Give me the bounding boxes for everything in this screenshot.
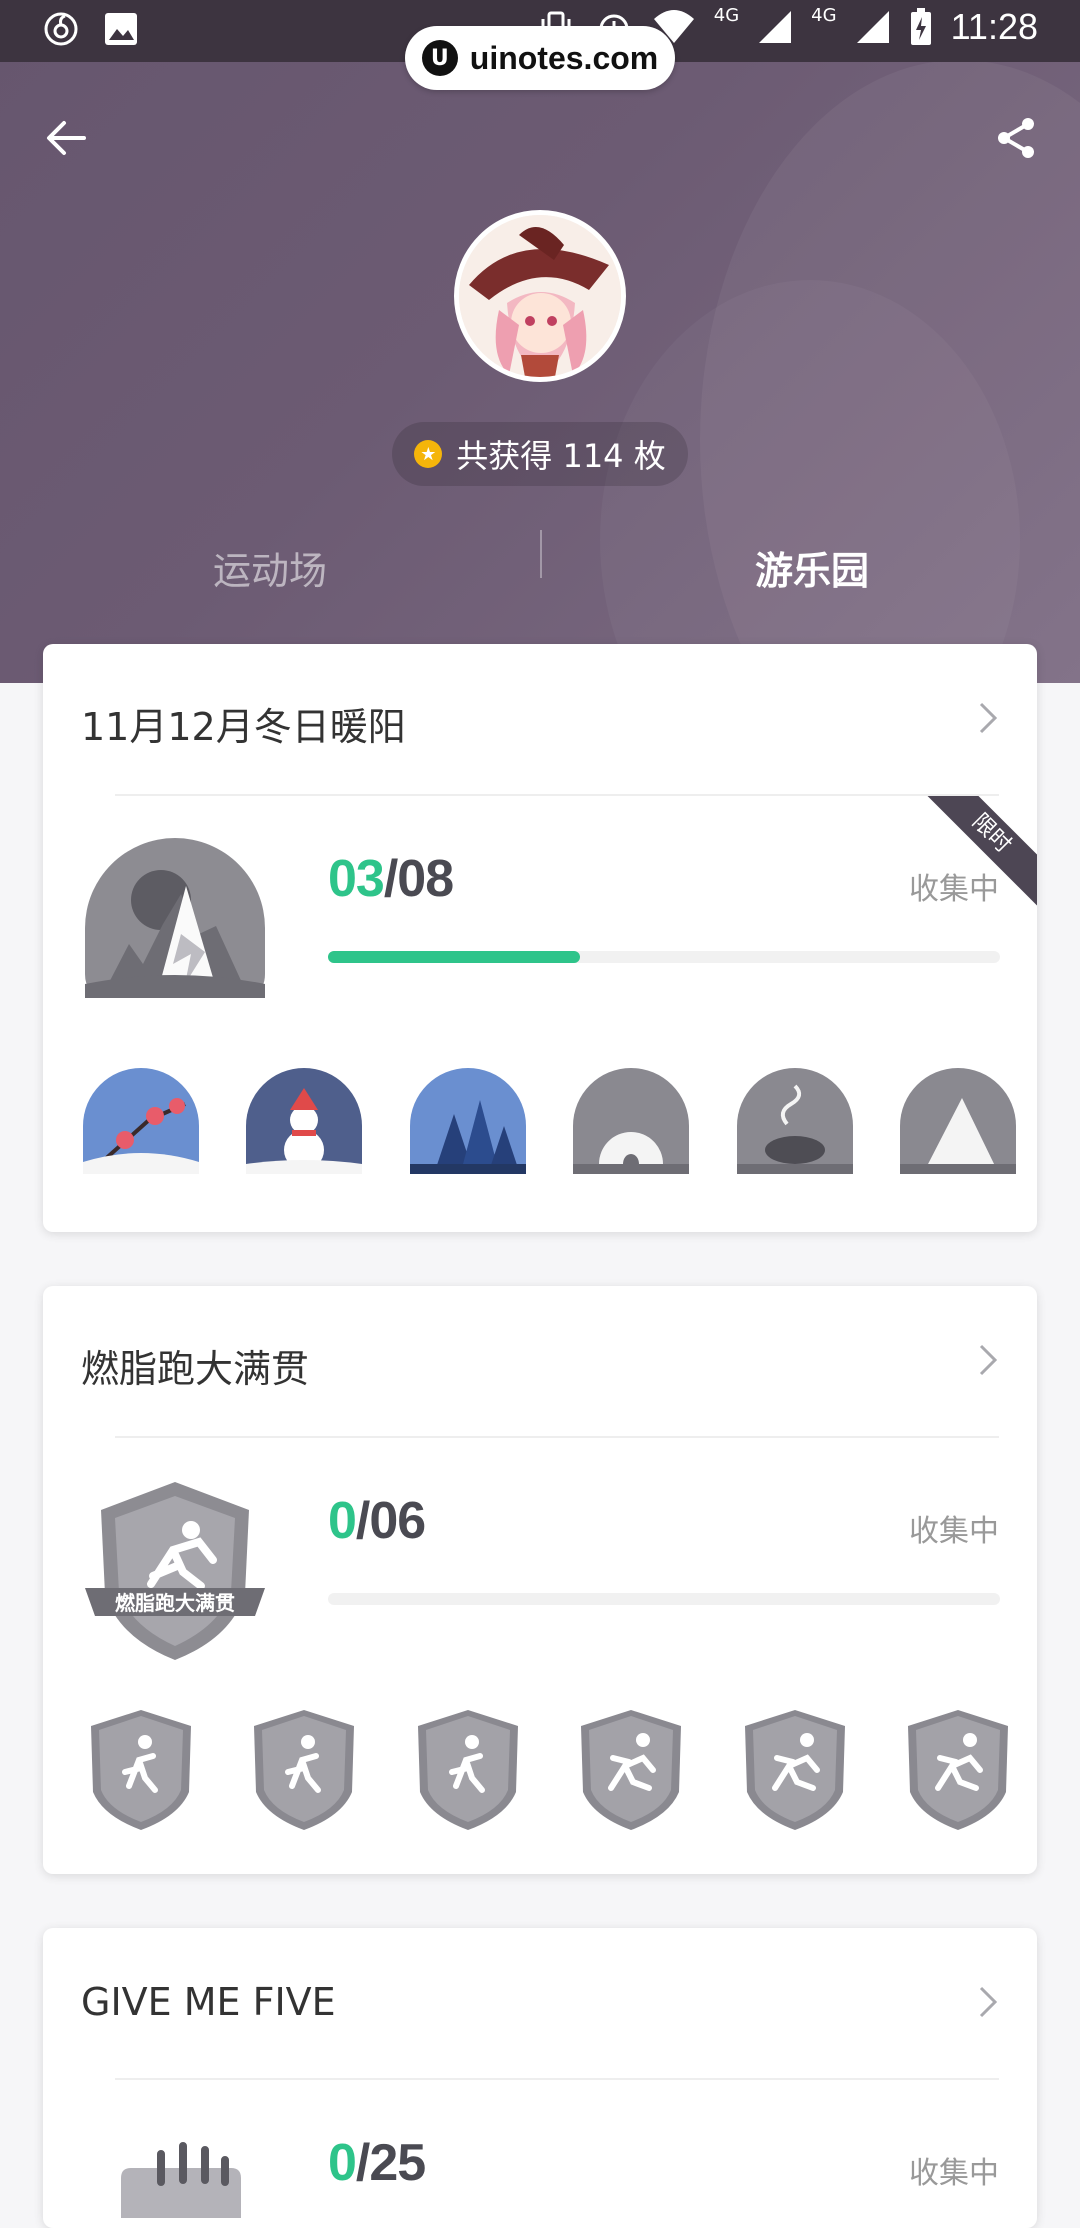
winter-mountain-badge[interactable]	[81, 834, 269, 1022]
badge-set-card[interactable]: 燃脂跑大满贯 燃脂跑大满贯 0/06 收集中	[43, 1286, 1037, 1874]
watermark-text: uinotes.com	[469, 39, 659, 76]
back-arrow-icon[interactable]	[40, 112, 92, 164]
card-title: 11月12月冬日暖阳	[81, 705, 406, 749]
medal-count-badge[interactable]: ★ 共获得 114 枚	[392, 422, 688, 486]
progress-counter: 0/25	[328, 2133, 426, 2193]
watermark-banner: U uinotes.com	[405, 26, 675, 90]
hiit-sprinter-badge[interactable]	[733, 1706, 857, 1830]
medal-count-text: 共获得 114 枚	[456, 437, 666, 475]
avatar-image	[459, 215, 621, 377]
progress-total: /25	[355, 2134, 426, 2192]
netease-music-icon	[44, 12, 78, 46]
avatar[interactable]	[454, 210, 626, 382]
progress-done: 0	[328, 1492, 357, 1550]
progress-counter: 03/08	[328, 849, 454, 909]
badge-set-card[interactable]: 11月12月冬日暖阳 限时 03/08 收集中	[43, 644, 1037, 1232]
winter-igloo-badge[interactable]	[569, 1064, 693, 1188]
network-type-b: 4G	[811, 4, 837, 26]
star-icon: ★	[414, 440, 443, 468]
gallery-icon	[105, 13, 137, 45]
card-title: 燃脂跑大满贯	[81, 1347, 310, 1391]
tab-amusement-park[interactable]: 游乐园	[662, 540, 962, 595]
divider	[115, 794, 999, 796]
chevron-right-icon[interactable]	[973, 1982, 1003, 2022]
give-me-five-hand-badge[interactable]	[81, 2118, 269, 2228]
winter-mountain-small-badge[interactable]	[896, 1064, 1020, 1188]
signal-icon	[856, 11, 889, 43]
chevron-right-icon[interactable]	[973, 1340, 1003, 1380]
fat-burn-run-shield-badge[interactable]: 燃脂跑大满贯	[81, 1476, 269, 1664]
divider	[115, 1436, 999, 1438]
progress-done: 03	[328, 850, 385, 908]
tab-sports-field[interactable]: 运动场	[120, 540, 420, 595]
progress-counter: 0/06	[328, 1491, 426, 1551]
hiit-sprinter-badge[interactable]	[896, 1706, 1020, 1830]
card-title: GIVE ME FIVE	[81, 1980, 336, 2024]
winter-plum-badge[interactable]	[79, 1064, 203, 1188]
winter-hotspring-badge[interactable]	[733, 1064, 857, 1188]
collecting-status: 收集中	[909, 1514, 999, 1549]
hiit-runner-badge[interactable]	[79, 1706, 203, 1830]
progress-total: /06	[355, 1492, 426, 1550]
network-type-a: 4G	[713, 4, 740, 26]
hiit-runner-badge[interactable]	[242, 1706, 366, 1830]
badge-set-card[interactable]: GIVE ME FIVE 0/25 收集中	[43, 1928, 1037, 2228]
hiit-runner-badge[interactable]	[406, 1706, 530, 1830]
tab-bar: 运动场 游乐园	[0, 520, 1080, 620]
battery-icon	[910, 8, 931, 45]
progress-total: /08	[383, 850, 454, 908]
badge-emblem-text: 燃脂跑大满贯	[115, 1591, 235, 1615]
collecting-status: 收集中	[909, 872, 999, 907]
progress-bar	[328, 951, 1000, 963]
winter-forest-badge[interactable]	[406, 1064, 530, 1188]
badge-row	[79, 1064, 1019, 1194]
hiit-sprinter-badge[interactable]	[569, 1706, 693, 1830]
tab-divider	[540, 530, 542, 578]
clock: 11:28	[950, 6, 1038, 47]
badge-row	[79, 1706, 1019, 1836]
chevron-right-icon[interactable]	[973, 698, 1003, 738]
watermark-logo: U	[421, 40, 458, 76]
progress-bar-fill	[328, 951, 580, 963]
progress-bar	[328, 1593, 1000, 1605]
divider	[115, 2078, 999, 2080]
collecting-status: 收集中	[909, 2156, 999, 2191]
share-icon[interactable]	[990, 112, 1042, 164]
winter-snowman-badge[interactable]	[242, 1064, 366, 1188]
signal-icon	[759, 11, 792, 43]
profile-header: 4G 4G 11:28 ★ 共获得 114 枚 运动场 游乐园	[0, 0, 1080, 683]
progress-done: 0	[328, 2134, 357, 2192]
